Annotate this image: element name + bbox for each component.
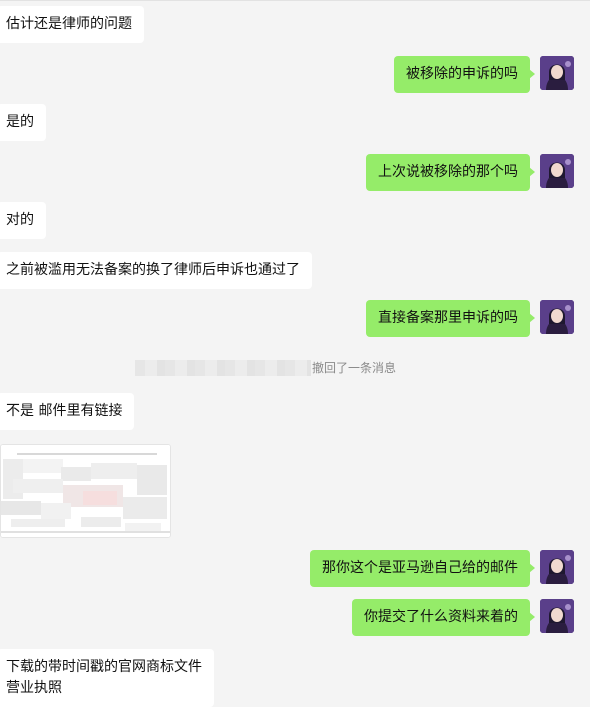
image-message[interactable] bbox=[0, 444, 171, 538]
recall-text: 撤回了一条消息 bbox=[312, 361, 397, 375]
message-bubble-outgoing[interactable]: 你提交了什么资料来着的 bbox=[352, 599, 535, 636]
message-line: 下载的带时间戳的官网商标文件 bbox=[6, 659, 202, 675]
user-avatar-icon[interactable] bbox=[540, 154, 574, 188]
chat-panel: 估计还是律师的问题 被移除的申诉的吗 是的 上次说被移除的那个吗 对的 之前被滥… bbox=[0, 0, 590, 707]
user-avatar-icon[interactable] bbox=[540, 56, 574, 90]
message-bubble-incoming[interactable]: 不是 邮件里有链接 bbox=[0, 393, 135, 430]
message-line: 营业执照 bbox=[6, 680, 62, 696]
message-bubble-outgoing[interactable]: 那你这个是亚马逊自己给的邮件 bbox=[310, 550, 535, 587]
message-bubble-incoming[interactable]: 下载的带时间戳的官网商标文件 营业执照 bbox=[0, 649, 214, 707]
user-avatar-icon[interactable] bbox=[540, 550, 574, 584]
top-divider bbox=[0, 0, 590, 1]
blurred-sender-name bbox=[135, 360, 311, 376]
message-bubble-outgoing[interactable]: 被移除的申诉的吗 bbox=[394, 56, 535, 93]
message-bubble-outgoing[interactable]: 上次说被移除的那个吗 bbox=[366, 154, 535, 191]
user-avatar-icon[interactable] bbox=[540, 599, 574, 633]
recall-notice: 撤回了一条消息 bbox=[0, 358, 590, 378]
message-bubble-incoming[interactable]: 之前被滥用无法备案的换了律师后申诉也通过了 bbox=[0, 252, 312, 289]
message-bubble-incoming[interactable]: 对的 bbox=[0, 202, 46, 239]
message-bubble-outgoing[interactable]: 直接备案那里申诉的吗 bbox=[366, 300, 535, 337]
message-bubble-incoming[interactable]: 估计还是律师的问题 bbox=[0, 6, 144, 43]
message-bubble-incoming[interactable]: 是的 bbox=[0, 104, 46, 141]
user-avatar-icon[interactable] bbox=[540, 300, 574, 334]
